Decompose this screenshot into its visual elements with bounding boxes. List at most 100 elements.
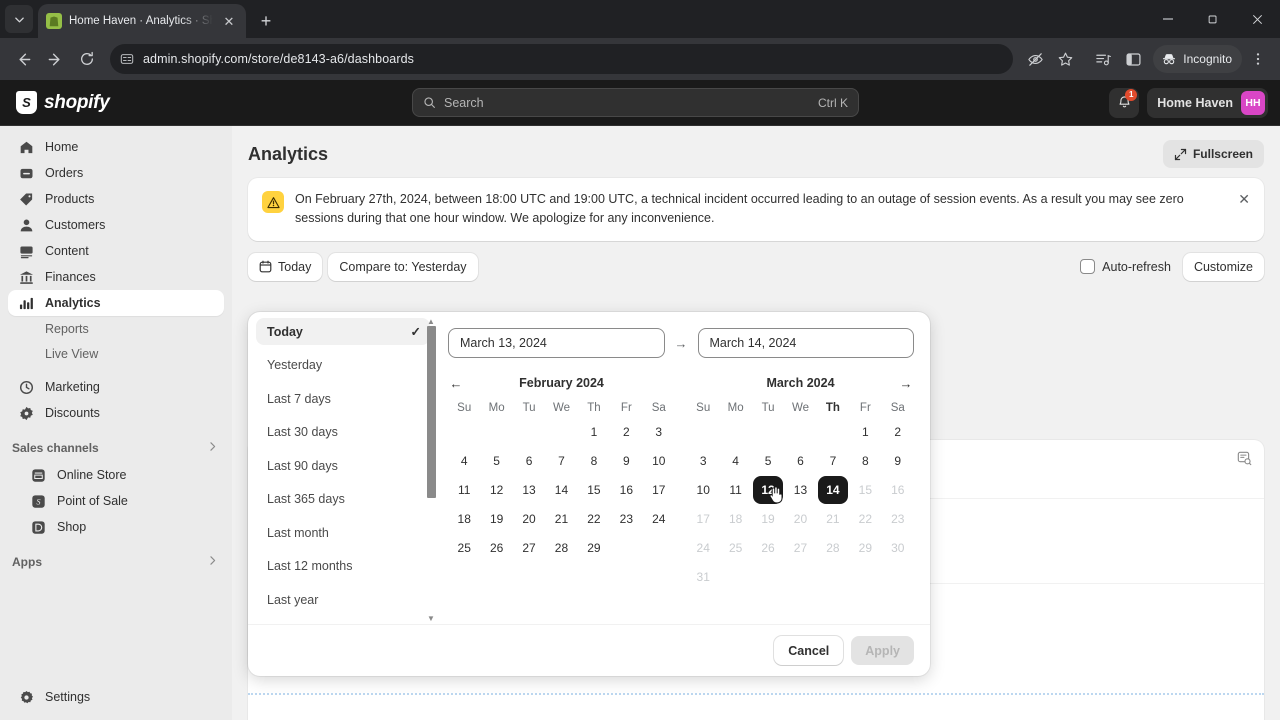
scrollbar-thumb[interactable] <box>427 326 436 498</box>
sidebar-section-apps[interactable]: Apps <box>0 548 232 576</box>
side-panel-icon[interactable] <box>1119 45 1147 73</box>
preset-last-year[interactable]: Last year <box>256 586 430 613</box>
next-month-button[interactable]: → <box>898 376 914 391</box>
calendar-day[interactable]: 7 <box>545 446 577 475</box>
address-bar[interactable]: admin.shopify.com/store/de8143-a6/dashbo… <box>110 44 1014 74</box>
scroll-up-icon[interactable]: ▲ <box>427 318 435 326</box>
calendar-day[interactable]: 30 <box>882 533 914 562</box>
store-switcher[interactable]: Home Haven HH <box>1147 87 1268 118</box>
calendar-day[interactable]: 26 <box>480 533 512 562</box>
preset-last-30-days[interactable]: Last 30 days <box>256 419 430 446</box>
sidebar-item-shop[interactable]: Shop <box>8 514 224 540</box>
start-date-input[interactable]: March 13, 2024 <box>448 328 665 358</box>
february-day-grid[interactable]: 1 2 3 4 5 6 7 8 9 10 11 12 13 14 15 16 17 18 19 20 21 22 23 24 2… <box>448 417 675 562</box>
calendar-day[interactable]: 26 <box>752 533 784 562</box>
sidebar-section-sales-channels[interactable]: Sales channels <box>0 434 232 462</box>
sidebar-item-finances[interactable]: Finances <box>8 264 224 290</box>
sidebar-item-live-view[interactable]: Live View <box>8 341 224 366</box>
customize-button[interactable]: Customize <box>1182 252 1264 281</box>
calendar-day[interactable]: 28 <box>545 533 577 562</box>
calendar-day[interactable]: 19 <box>752 504 784 533</box>
calendar-day[interactable]: 23 <box>610 504 642 533</box>
calendar-day[interactable]: 14 <box>817 475 849 504</box>
compare-button[interactable]: Compare to: Yesterday <box>328 252 478 281</box>
calendar-day[interactable]: 10 <box>643 446 675 475</box>
calendar-day[interactable]: 15 <box>578 475 610 504</box>
chevron-right-icon[interactable] <box>207 555 218 569</box>
maximize-button[interactable] <box>1190 0 1235 38</box>
calendar-day[interactable]: 29 <box>849 533 881 562</box>
calendar-day[interactable]: 22 <box>849 504 881 533</box>
calendar-day[interactable]: 8 <box>849 446 881 475</box>
incognito-indicator[interactable]: Incognito <box>1153 45 1242 73</box>
close-button[interactable] <box>1235 0 1280 38</box>
calendar-day[interactable]: 7 <box>817 446 849 475</box>
calendar-day[interactable]: 29 <box>578 533 610 562</box>
calendar-day[interactable]: 24 <box>687 533 719 562</box>
prev-month-button[interactable]: ← <box>448 376 464 391</box>
calendar-day[interactable]: 18 <box>448 504 480 533</box>
cancel-button[interactable]: Cancel <box>774 636 844 665</box>
calendar-day[interactable]: 4 <box>719 446 751 475</box>
calendar-day[interactable]: 25 <box>719 533 751 562</box>
calendar-day[interactable]: 24 <box>643 504 675 533</box>
preset-list[interactable]: Today ✓ Yesterday Last 7 days Last 30 da… <box>248 318 438 618</box>
forward-icon[interactable] <box>40 44 70 74</box>
sidebar-item-point-of-sale[interactable]: S Point of Sale <box>8 488 224 514</box>
sidebar-item-home[interactable]: Home <box>8 134 224 160</box>
calendar-day[interactable]: 3 <box>643 417 675 446</box>
preset-last-month[interactable]: Last month <box>256 519 430 546</box>
calendar-day[interactable]: 28 <box>817 533 849 562</box>
sidebar-item-settings[interactable]: Settings <box>8 684 224 710</box>
minimize-button[interactable] <box>1145 0 1190 38</box>
calendar-day[interactable]: 13 <box>784 475 816 504</box>
calendar-day[interactable]: 1 <box>578 417 610 446</box>
search-input[interactable]: Search Ctrl K <box>412 88 859 117</box>
calendar-day[interactable]: 17 <box>643 475 675 504</box>
calendar-day[interactable]: 6 <box>513 446 545 475</box>
scrollbar-rail[interactable] <box>427 326 436 596</box>
browser-tab[interactable]: Home Haven · Analytics · Shopi ✕ <box>38 4 246 38</box>
calendar-day[interactable]: 6 <box>784 446 816 475</box>
calendar-day[interactable]: 10 <box>687 475 719 504</box>
date-range-button[interactable]: Today <box>248 252 323 281</box>
calendar-day[interactable]: 22 <box>578 504 610 533</box>
apply-button[interactable]: Apply <box>851 636 914 665</box>
calendar-day[interactable]: 23 <box>882 504 914 533</box>
fullscreen-button[interactable]: Fullscreen <box>1162 140 1264 168</box>
calendar-day[interactable]: 27 <box>513 533 545 562</box>
calendar-day[interactable]: 19 <box>480 504 512 533</box>
calendar-day[interactable]: 13 <box>513 475 545 504</box>
sidebar-item-marketing[interactable]: Marketing <box>8 374 224 400</box>
march-day-grid[interactable]: 1 2 3 4 5 6 7 8 9 10 11 12 13 14 15 16 17 18 19 20 21 22 23 24 2… <box>687 417 914 591</box>
calendar-day[interactable]: 4 <box>448 446 480 475</box>
auto-refresh-toggle[interactable]: Auto-refresh <box>1080 259 1171 275</box>
calendar-day[interactable]: 2 <box>610 417 642 446</box>
chevron-down-icon[interactable] <box>5 5 33 33</box>
calendar-day[interactable]: 11 <box>448 475 480 504</box>
calendar-day[interactable]: 21 <box>817 504 849 533</box>
chevron-right-icon[interactable] <box>207 441 218 455</box>
sidebar-item-customers[interactable]: Customers <box>8 212 224 238</box>
calendar-day[interactable]: 5 <box>752 446 784 475</box>
preset-last-90-days[interactable]: Last 90 days <box>256 452 430 479</box>
bookmark-star-icon[interactable] <box>1051 45 1079 73</box>
calendar-day[interactable]: 25 <box>448 533 480 562</box>
preset-yesterday[interactable]: Yesterday <box>256 352 430 379</box>
preset-last-12-months[interactable]: Last 12 months <box>256 553 430 580</box>
media-playlist-icon[interactable] <box>1089 45 1117 73</box>
calendar-day[interactable]: 9 <box>882 446 914 475</box>
calendar-day[interactable]: 18 <box>719 504 751 533</box>
calendar-day[interactable]: 12 <box>480 475 512 504</box>
preset-last-365-days[interactable]: Last 365 days <box>256 486 430 513</box>
calendar-day[interactable]: 20 <box>513 504 545 533</box>
chrome-menu-icon[interactable] <box>1244 45 1272 73</box>
sidebar-item-content[interactable]: Content <box>8 238 224 264</box>
calendar-day[interactable]: 27 <box>784 533 816 562</box>
banner-close-icon[interactable]: ✕ <box>1238 192 1250 206</box>
tab-search-button[interactable] <box>0 0 38 38</box>
calendar-day[interactable]: 20 <box>784 504 816 533</box>
calendar-day[interactable]: 15 <box>849 475 881 504</box>
new-tab-button[interactable]: + <box>252 7 280 35</box>
sidebar-item-products[interactable]: Products <box>8 186 224 212</box>
